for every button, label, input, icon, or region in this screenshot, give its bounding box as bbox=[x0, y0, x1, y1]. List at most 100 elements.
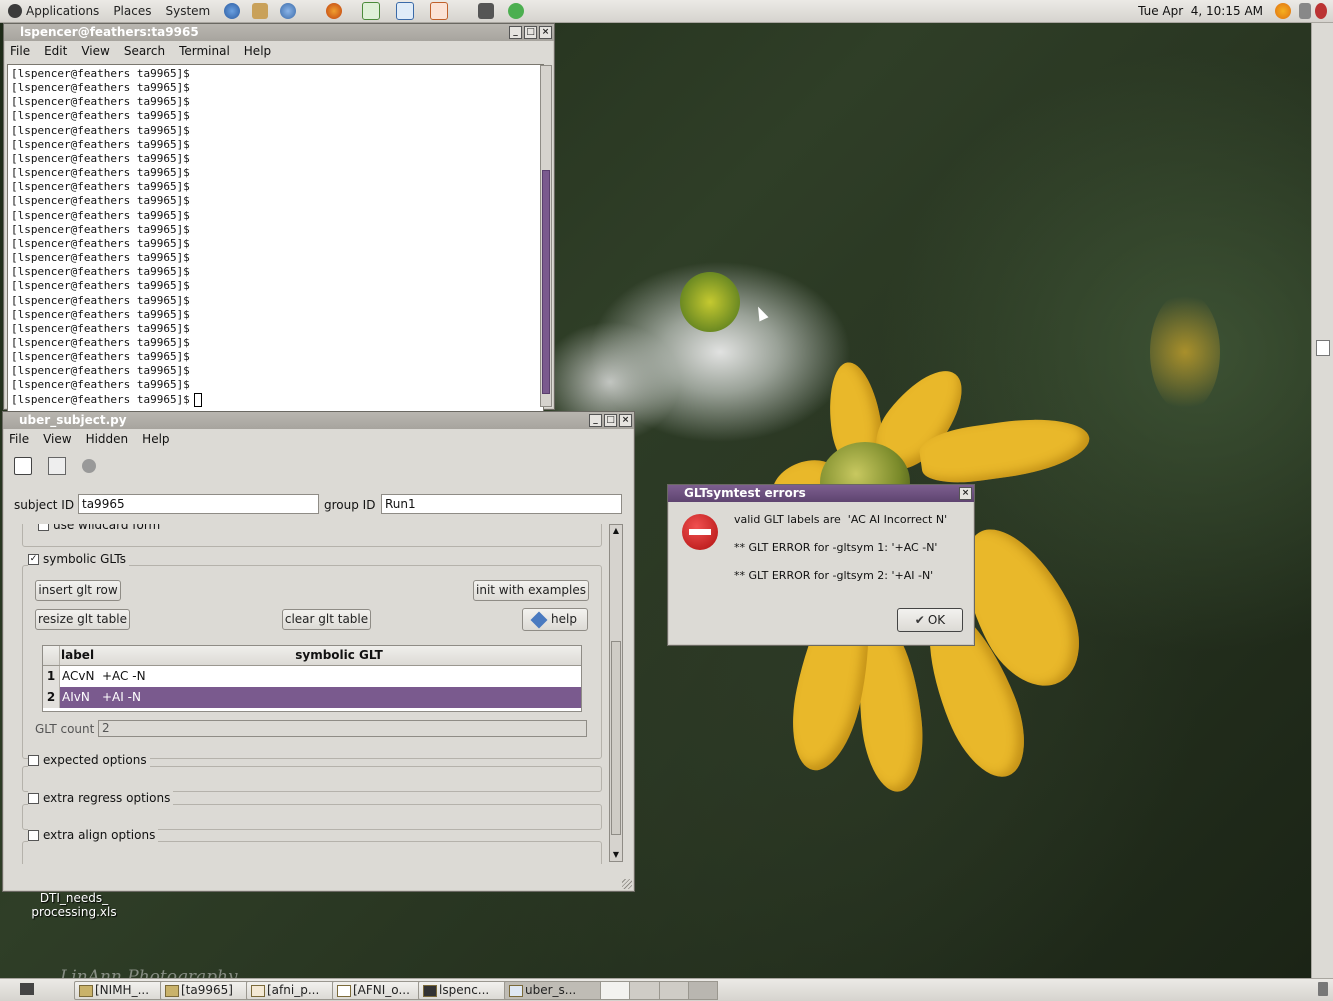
expected-options-header[interactable]: expected options bbox=[28, 753, 150, 767]
clear-glt-table-button[interactable]: clear glt table bbox=[282, 609, 371, 630]
subject-id-field[interactable]: ta9965 bbox=[78, 494, 319, 514]
volume-icon[interactable] bbox=[1299, 3, 1311, 19]
terminal-line: [lspencer@feathers ta9965]$ bbox=[11, 180, 190, 194]
scroll-down-arrow[interactable]: ▼ bbox=[610, 849, 622, 861]
row-glt[interactable]: +AC -N bbox=[102, 669, 146, 683]
menu-file[interactable]: File bbox=[9, 432, 29, 446]
ok-label: OK bbox=[927, 613, 946, 627]
menu-file[interactable]: File bbox=[10, 44, 30, 58]
row-label[interactable]: AIvN bbox=[62, 690, 90, 704]
package-icon[interactable] bbox=[252, 3, 269, 19]
terminal-line: [lspencer@feathers ta9965]$ bbox=[11, 166, 190, 180]
gnome-foot-icon bbox=[8, 4, 22, 18]
menu-places[interactable]: Places bbox=[113, 4, 151, 18]
taskbar-item[interactable]: uber_s... bbox=[504, 981, 608, 1000]
power-icon[interactable] bbox=[1315, 3, 1327, 19]
run-icon[interactable] bbox=[508, 3, 525, 19]
expected-options-group bbox=[22, 766, 602, 792]
workspace-switcher[interactable] bbox=[600, 981, 718, 1000]
presentation-icon[interactable] bbox=[430, 2, 449, 20]
menu-hidden[interactable]: Hidden bbox=[86, 432, 129, 446]
symbolic-glts-label: symbolic GLTs bbox=[43, 552, 127, 566]
menu-view[interactable]: View bbox=[81, 44, 109, 58]
terminal-line: [lspencer@feathers ta9965]$ bbox=[11, 350, 190, 364]
scrollbar-thumb[interactable] bbox=[542, 170, 550, 394]
stop-icon[interactable] bbox=[82, 459, 96, 473]
uber-titlebar[interactable]: uber_subject.py _ □ × bbox=[3, 412, 634, 429]
ok-button[interactable]: ✔ OK bbox=[897, 608, 963, 632]
list-icon[interactable] bbox=[14, 457, 32, 475]
terminal-line: [lspencer@feathers ta9965]$ bbox=[11, 194, 190, 208]
row-number: 1 bbox=[43, 666, 60, 687]
watermark: LinAnn Photography bbox=[60, 967, 238, 978]
minimize-button[interactable]: _ bbox=[589, 414, 602, 427]
help-button[interactable]: help bbox=[522, 608, 588, 631]
row-label[interactable]: ACvN bbox=[62, 669, 94, 683]
workspace-4[interactable] bbox=[688, 982, 717, 999]
maximize-button[interactable]: □ bbox=[524, 26, 537, 39]
desktop-file-icon[interactable]: DTI_needs_ processing.xls bbox=[22, 891, 126, 919]
document-icon bbox=[251, 985, 265, 997]
minimize-button[interactable]: _ bbox=[509, 26, 522, 39]
expected-options-checkbox[interactable] bbox=[28, 755, 39, 766]
terminal-output[interactable]: [lspencer@feathers ta9965]$ [lspencer@fea… bbox=[7, 64, 544, 412]
menu-view[interactable]: View bbox=[43, 432, 71, 446]
lock-screen-icon[interactable] bbox=[478, 3, 495, 19]
document-icon[interactable] bbox=[396, 2, 415, 20]
menu-help[interactable]: Help bbox=[244, 44, 271, 58]
network-icon[interactable] bbox=[224, 3, 241, 19]
insert-glt-row-button[interactable]: insert glt row bbox=[35, 580, 121, 601]
glt-table[interactable]: label symbolic GLT 1 ACvN +AC -N 2 AIvN … bbox=[42, 645, 582, 712]
header-label[interactable]: label bbox=[61, 648, 99, 662]
subject-id-label: subject ID bbox=[14, 498, 75, 512]
menu-terminal[interactable]: Terminal bbox=[179, 44, 230, 58]
resize-glt-table-button[interactable]: resize glt table bbox=[35, 609, 130, 630]
scrollbar-thumb[interactable] bbox=[611, 641, 621, 835]
menu-help[interactable]: Help bbox=[142, 432, 169, 446]
menu-search[interactable]: Search bbox=[124, 44, 165, 58]
clock[interactable]: Tue Apr 4, 10:15 AM bbox=[1138, 4, 1263, 18]
terminal-line: [lspencer@feathers ta9965]$ bbox=[11, 208, 190, 222]
terminal-titlebar[interactable]: lspencer@feathers:ta9965 _ □ × bbox=[4, 24, 554, 41]
folder-icon bbox=[165, 985, 179, 997]
glt-count-label: GLT count bbox=[35, 722, 95, 736]
menu-applications[interactable]: Applications bbox=[26, 4, 99, 18]
dialog-titlebar[interactable]: GLTsymtest errors × bbox=[668, 485, 974, 502]
spreadsheet-icon[interactable] bbox=[362, 2, 381, 20]
close-button[interactable]: × bbox=[619, 414, 632, 427]
terminal-line: [lspencer@feathers ta9965]$ bbox=[11, 123, 190, 137]
symbolic-glts-checkbox[interactable]: ✓ bbox=[28, 554, 39, 565]
options-scrollbar[interactable]: ▲ ▼ bbox=[609, 524, 623, 862]
show-desktop-icon[interactable] bbox=[20, 983, 34, 995]
menu-system[interactable]: System bbox=[165, 4, 210, 18]
table-row[interactable]: 1 ACvN +AC -N bbox=[43, 666, 581, 687]
terminal-scrollbar[interactable] bbox=[540, 65, 552, 407]
extra-align-checkbox[interactable] bbox=[28, 830, 39, 841]
workspace-3[interactable] bbox=[659, 982, 689, 999]
terminal-line: [lspencer@feathers ta9965]$ bbox=[11, 67, 190, 80]
group-id-field[interactable]: Run1 bbox=[381, 494, 622, 514]
row-glt[interactable]: +AI -N bbox=[102, 690, 141, 704]
symbolic-glts-header[interactable]: ✓ symbolic GLTs bbox=[28, 552, 130, 566]
extra-regress-checkbox[interactable] bbox=[28, 793, 39, 804]
notes-icon[interactable] bbox=[1316, 340, 1330, 356]
extra-regress-header[interactable]: extra regress options bbox=[28, 791, 174, 805]
menu-edit[interactable]: Edit bbox=[44, 44, 67, 58]
table-row[interactable]: 2 AIvN +AI -N bbox=[43, 687, 581, 708]
maximize-button[interactable]: □ bbox=[604, 414, 617, 427]
workspace-1[interactable] bbox=[601, 982, 631, 999]
close-button[interactable]: × bbox=[539, 26, 552, 39]
init-with-examples-button[interactable]: init with examples bbox=[473, 580, 589, 601]
globe-icon[interactable] bbox=[280, 3, 297, 19]
taskbar-item-label: [NIMH_... bbox=[95, 983, 150, 997]
close-button[interactable]: × bbox=[959, 487, 972, 500]
table-header: label symbolic GLT bbox=[43, 646, 581, 666]
scroll-up-arrow[interactable]: ▲ bbox=[610, 525, 622, 537]
extra-align-header[interactable]: extra align options bbox=[28, 828, 159, 842]
preview-icon[interactable] bbox=[48, 457, 66, 475]
resize-grip[interactable] bbox=[622, 879, 632, 889]
firefox-icon[interactable] bbox=[326, 3, 343, 19]
header-symbolic-glt[interactable]: symbolic GLT bbox=[99, 648, 579, 662]
trash-icon[interactable] bbox=[1318, 982, 1328, 996]
workspace-2[interactable] bbox=[630, 982, 660, 999]
